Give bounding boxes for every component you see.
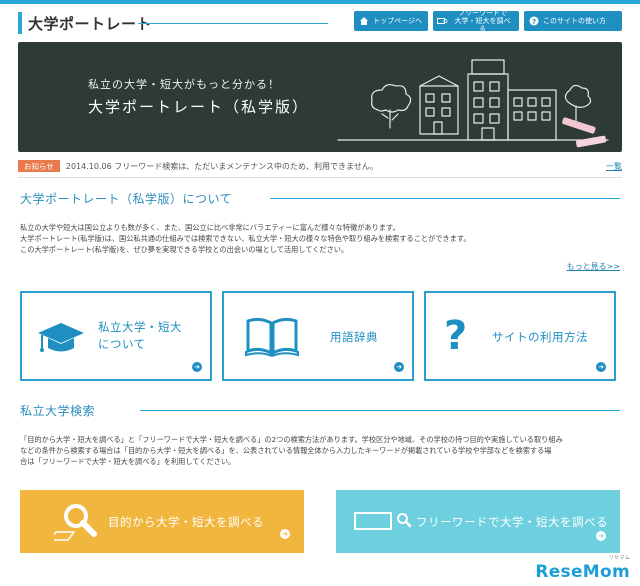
site-header: 大学ポートレート トップページへ フリーワードで 大学・短大を調べる ? このサ… xyxy=(18,9,622,36)
search-section-line xyxy=(140,410,620,411)
banner-subtitle: 私立の大学・短大がもっと分かる！ xyxy=(88,78,280,91)
arrow-right-icon: ➔ xyxy=(280,529,290,539)
logo-text: 大学ポートレート xyxy=(28,14,153,33)
search-line-1: 「目的から大学・短大を調べる」と「フリーワードで大学・短大を調べる」の2つの検索… xyxy=(20,435,563,444)
about-section-title: 大学ポートレート（私学版）について xyxy=(20,192,233,206)
search-description: 「目的から大学・短大を調べる」と「フリーワードで大学・短大を調べる」の2つの検索… xyxy=(20,434,620,467)
arrow-right-icon: ➔ xyxy=(596,531,606,541)
top-page-button-label: トップページへ xyxy=(373,17,422,25)
about-description: 私立の大学や短大は国公立よりも数が多く、また、国公立に比べ非常にバラエティーに富… xyxy=(20,222,620,255)
question-icon: ? xyxy=(528,16,539,27)
freeword-search-label-line1: フリーワードで xyxy=(458,9,507,17)
card-label: 用語辞典 xyxy=(330,330,378,344)
graduation-cap-icon xyxy=(36,321,86,359)
arrow-right-icon: ➔ xyxy=(596,362,606,372)
news-text: 2014.10.06 フリーワード検索は、ただいまメンテナンス中のため、利用でき… xyxy=(65,161,378,171)
resemom-watermark: リセマム ReseMom xyxy=(535,555,630,582)
about-line-3: この大学ポートレート(私学版)を、ぜひ夢を実現できる学校との出会いの場として活用… xyxy=(20,245,349,254)
book-icon xyxy=(244,317,300,361)
top-page-button[interactable]: トップページへ xyxy=(354,11,428,31)
search-line-3: 合は「フリーワードで大学・短大を調べる」を利用してください。 xyxy=(20,457,236,466)
text-field-icon xyxy=(354,512,392,534)
card-label-line2: について xyxy=(98,337,146,351)
magnifier-icon xyxy=(396,512,412,532)
news-list-link[interactable]: 一覧 xyxy=(606,161,622,172)
freeword-search-label-line2: 大学・短大を調べる xyxy=(454,17,511,33)
watermark-kana: リセマム xyxy=(608,555,630,561)
news-divider xyxy=(18,177,622,178)
site-guide-button-label: このサイトの使い方 xyxy=(543,17,606,25)
chalk-drawing-illustration xyxy=(337,59,609,148)
about-more-link[interactable]: もっと見る>> xyxy=(567,261,620,272)
top-accent-line xyxy=(0,0,640,4)
card-label: サイトの利用方法 xyxy=(492,330,588,344)
header-divider xyxy=(138,23,328,24)
site-guide-button[interactable]: ? このサイトの使い方 xyxy=(524,11,622,31)
freeword-search-button[interactable]: フリーワードで 大学・短大を調べる xyxy=(433,9,519,33)
about-section-line xyxy=(270,198,620,199)
site-usage-card[interactable]: ? サイトの利用方法 ➔ xyxy=(424,291,616,381)
freeword-search-button-label: フリーワードで 大学・短大を調べる xyxy=(452,9,513,33)
card-label: 私立大学・短大 について xyxy=(98,319,182,353)
search-section-title: 私立大学検索 xyxy=(20,404,96,418)
site-logo[interactable]: 大学ポートレート xyxy=(18,12,152,34)
home-icon xyxy=(358,16,369,27)
news-bar: お知らせ 2014.10.06 フリーワード検索は、ただいまメンテナンス中のため… xyxy=(18,159,622,173)
logo-accent-bar xyxy=(18,12,22,34)
about-line-2: 大学ポートレート(私学版)は、国公私共通の仕組みでは検索できない、私立大学・短大… xyxy=(20,234,471,243)
glossary-card[interactable]: 用語辞典 ➔ xyxy=(222,291,414,381)
search-box-icon xyxy=(437,16,448,27)
hero-banner: 私立の大学・短大がもっと分かる！ 大学ポートレート（私学版） xyxy=(18,42,622,152)
search-by-purpose-label: 目的から大学・短大を調べる xyxy=(108,515,264,529)
magnifier-icon xyxy=(48,502,104,546)
news-badge: お知らせ xyxy=(18,160,60,172)
arrow-right-icon: ➔ xyxy=(192,362,202,372)
svg-text:?: ? xyxy=(531,18,535,26)
search-line-2: などの条件から検索する場合は「目的から大学・短大を調べる」を、公表されている情報… xyxy=(20,446,552,455)
header-nav: トップページへ フリーワードで 大学・短大を調べる ? このサイトの使い方 xyxy=(354,9,622,33)
arrow-right-icon: ➔ xyxy=(394,362,404,372)
card-label-line1: 私立大学・短大 xyxy=(98,320,182,334)
banner-title: 大学ポートレート（私学版） xyxy=(88,98,310,116)
search-by-freeword-label: フリーワードで大学・短大を調べる xyxy=(416,515,608,529)
watermark-text: ReseMom xyxy=(535,562,630,582)
about-line-1: 私立の大学や短大は国公立よりも数が多く、また、国公立に比べ非常にバラエティーに富… xyxy=(20,223,400,232)
search-by-purpose-button[interactable]: 目的から大学・短大を調べる ➔ xyxy=(20,490,304,553)
about-private-univ-card[interactable]: 私立大学・短大 について ➔ xyxy=(20,291,212,381)
search-by-freeword-button[interactable]: フリーワードで大学・短大を調べる ➔ xyxy=(336,490,620,553)
question-mark-icon: ? xyxy=(444,313,468,359)
